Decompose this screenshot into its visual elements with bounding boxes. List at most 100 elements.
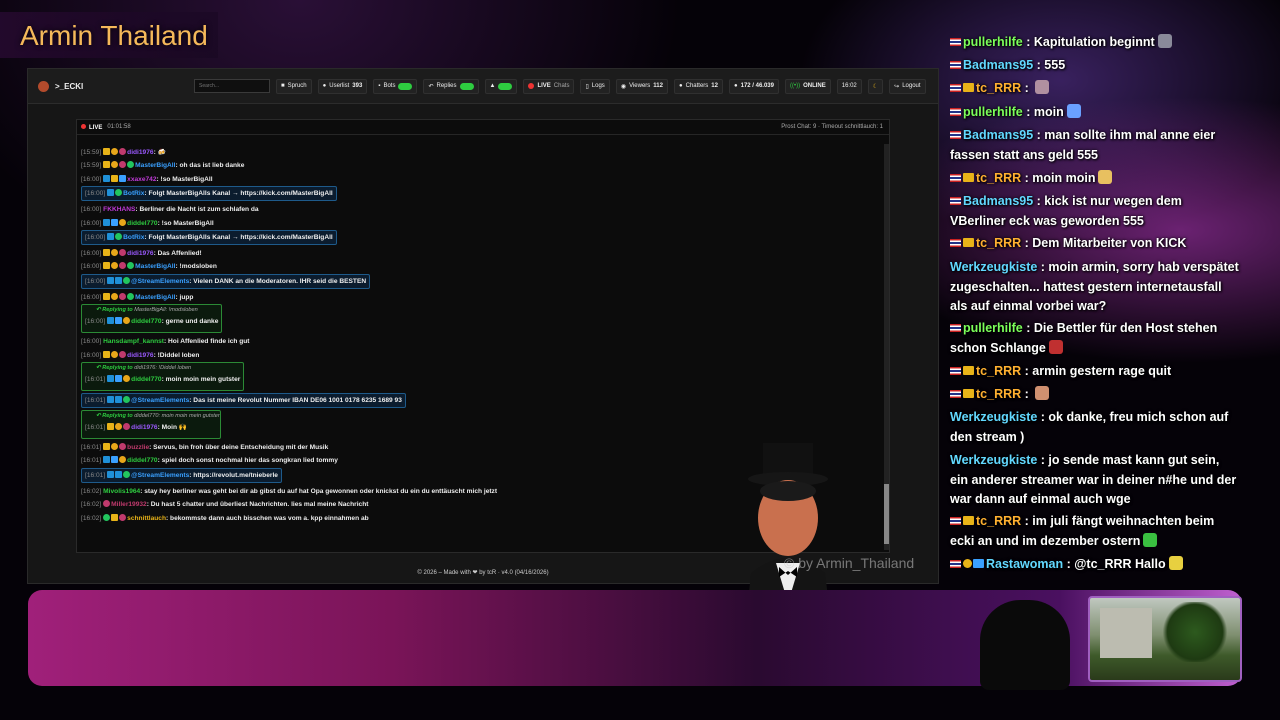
overlay-username: tc_RRR xyxy=(976,364,1022,378)
message-time: [16:00] xyxy=(85,190,106,198)
overlay-chat-message: Badmans95 : kick ist nur wegen dem VBerl… xyxy=(950,192,1240,231)
tts-switch[interactable] xyxy=(498,82,513,90)
user-badges xyxy=(103,500,111,508)
theme-toggle[interactable]: ☾ xyxy=(867,78,884,94)
user-badges xyxy=(107,317,131,325)
reply-text: diddel770: moin moin mein gutster xyxy=(134,413,220,419)
message-username[interactable]: xxaxe742 xyxy=(127,176,156,183)
flag-icon xyxy=(950,560,961,568)
online-label: ONLINE xyxy=(803,83,826,89)
badge-icon xyxy=(123,276,131,284)
message-username[interactable]: @StreamElements xyxy=(131,278,189,285)
message-time: [16:00] xyxy=(81,175,102,183)
message-username[interactable]: schnittlauch xyxy=(127,515,166,522)
badge-icon xyxy=(111,174,119,182)
webcam-silhouette xyxy=(980,600,1070,690)
user-badges xyxy=(103,174,127,183)
scrollbar-thumb[interactable] xyxy=(884,484,889,544)
crown-icon xyxy=(963,83,974,92)
chats-label: Chats xyxy=(553,83,570,89)
message-time: [16:01] xyxy=(85,397,106,404)
logs-button[interactable]: ▯ Logs xyxy=(580,78,610,94)
message-username[interactable]: BotRix xyxy=(123,234,144,241)
chat-message: ↶ Replying to diddel770: moin moin mein … xyxy=(81,410,221,439)
message-text: : Folgt MasterBigAlls Kanal → https://ki… xyxy=(144,190,333,198)
user-badges xyxy=(103,292,135,301)
badge-icon xyxy=(115,317,123,325)
message-username[interactable]: didi1976 xyxy=(131,424,157,431)
logout-button[interactable]: ↪ Logout xyxy=(889,78,926,94)
badge-icon xyxy=(107,470,115,478)
badge-icon xyxy=(103,262,111,270)
message-username[interactable]: MasterBigAll xyxy=(135,162,175,169)
message-time: [16:02] xyxy=(81,487,102,495)
chat-message: [16:00] MasterBigAll: !modsloben xyxy=(81,260,217,273)
spruch-button[interactable]: ■ Spruch xyxy=(276,78,312,94)
message-username[interactable]: diddel770 xyxy=(131,318,161,325)
reply-label: ↶ Replying to xyxy=(96,365,135,371)
replies-switch[interactable] xyxy=(459,82,474,90)
message-username[interactable]: Mivolis1964 xyxy=(103,488,140,495)
preview-tree xyxy=(1160,602,1230,662)
badge-icon xyxy=(103,500,111,508)
flag-icon xyxy=(950,324,961,332)
message-username[interactable]: diddel770 xyxy=(127,457,157,464)
overlay-chat-message: tc_RRR : Dem Mitarbeiter von KICK xyxy=(950,234,1240,254)
message-text: : Hoi Affenlied finde ich gut xyxy=(164,338,250,346)
badge-icon xyxy=(127,161,135,169)
message-username[interactable]: didi1976 xyxy=(127,250,153,257)
live-indicator: LIVE xyxy=(81,124,102,131)
userlist-button[interactable]: ● Userlist 393 xyxy=(317,78,368,94)
message-username[interactable]: didi1976 xyxy=(127,352,153,359)
message-time: [15:59] xyxy=(81,162,102,170)
signal-icon: ((•)) xyxy=(789,83,801,89)
replies-toggle[interactable]: ↶ Replies xyxy=(423,78,479,94)
tts-toggle[interactable]: ▲ xyxy=(484,78,518,94)
message-username[interactable]: diddel770 xyxy=(131,376,161,383)
message-time: [16:00] xyxy=(81,206,102,214)
live-chats-button[interactable]: LIVE Chats xyxy=(523,78,575,94)
overlay-username: pullerhilfe xyxy=(963,35,1023,49)
bots-toggle[interactable]: ▪ Bots xyxy=(373,78,418,94)
scrollbar[interactable] xyxy=(884,144,889,550)
message-username[interactable]: diddel770 xyxy=(127,220,157,227)
emote-icon xyxy=(1035,386,1050,400)
overlay-username: tc_RRR xyxy=(976,81,1022,95)
message-username[interactable]: buzzlie xyxy=(127,444,149,451)
overlay-chat-message: tc_RRR : xyxy=(950,385,1240,405)
badge-icon xyxy=(103,218,111,226)
message-username[interactable]: Hansdampf_kannst xyxy=(103,338,164,345)
robot-icon: ▪ xyxy=(378,83,381,89)
overlay-username: Badmans95 xyxy=(963,58,1034,72)
bots-switch[interactable] xyxy=(398,82,413,90)
overlay-message-text: : 555 xyxy=(1033,58,1066,72)
badge-icon xyxy=(127,292,135,300)
badge-icon xyxy=(103,456,111,464)
message-text: : gerne und danke xyxy=(161,318,219,326)
badge-icon xyxy=(107,375,115,382)
message-username[interactable]: @StreamElements xyxy=(131,472,189,479)
message-username[interactable]: BotRix xyxy=(123,190,144,197)
message-username[interactable]: MasterBigAll xyxy=(135,294,175,301)
app-logo[interactable]: >_ECKI xyxy=(38,80,188,92)
message-username[interactable]: Miller19932 xyxy=(111,501,147,508)
reply-text: didi1976: !Diddel loben xyxy=(134,365,192,371)
message-text: : Das ist meine Revolut Nummer IBAN DE06… xyxy=(189,397,402,404)
chat-message: [16:00] didi1976: Das Affenlied! xyxy=(81,247,202,260)
message-text: : spiel doch sonst nochmal hier das song… xyxy=(157,457,338,465)
badge-icon xyxy=(115,233,123,240)
user-badges xyxy=(103,443,127,451)
message-text: : stay hey berliner was geht bei dir ab … xyxy=(140,487,498,495)
badge-icon xyxy=(103,443,111,450)
message-username[interactable]: FKKHANS xyxy=(103,206,135,213)
search-input[interactable] xyxy=(194,79,270,93)
message-username[interactable]: didi1976 xyxy=(127,149,153,156)
flag-icon xyxy=(950,174,961,182)
message-username[interactable]: @StreamElements xyxy=(131,397,189,404)
message-username[interactable]: MasterBigAll xyxy=(135,263,175,270)
badge-icon xyxy=(103,161,111,169)
user-badges xyxy=(107,423,131,431)
user-badges xyxy=(103,148,127,156)
user-badges xyxy=(103,218,127,227)
message-time: [16:00] xyxy=(81,293,102,301)
